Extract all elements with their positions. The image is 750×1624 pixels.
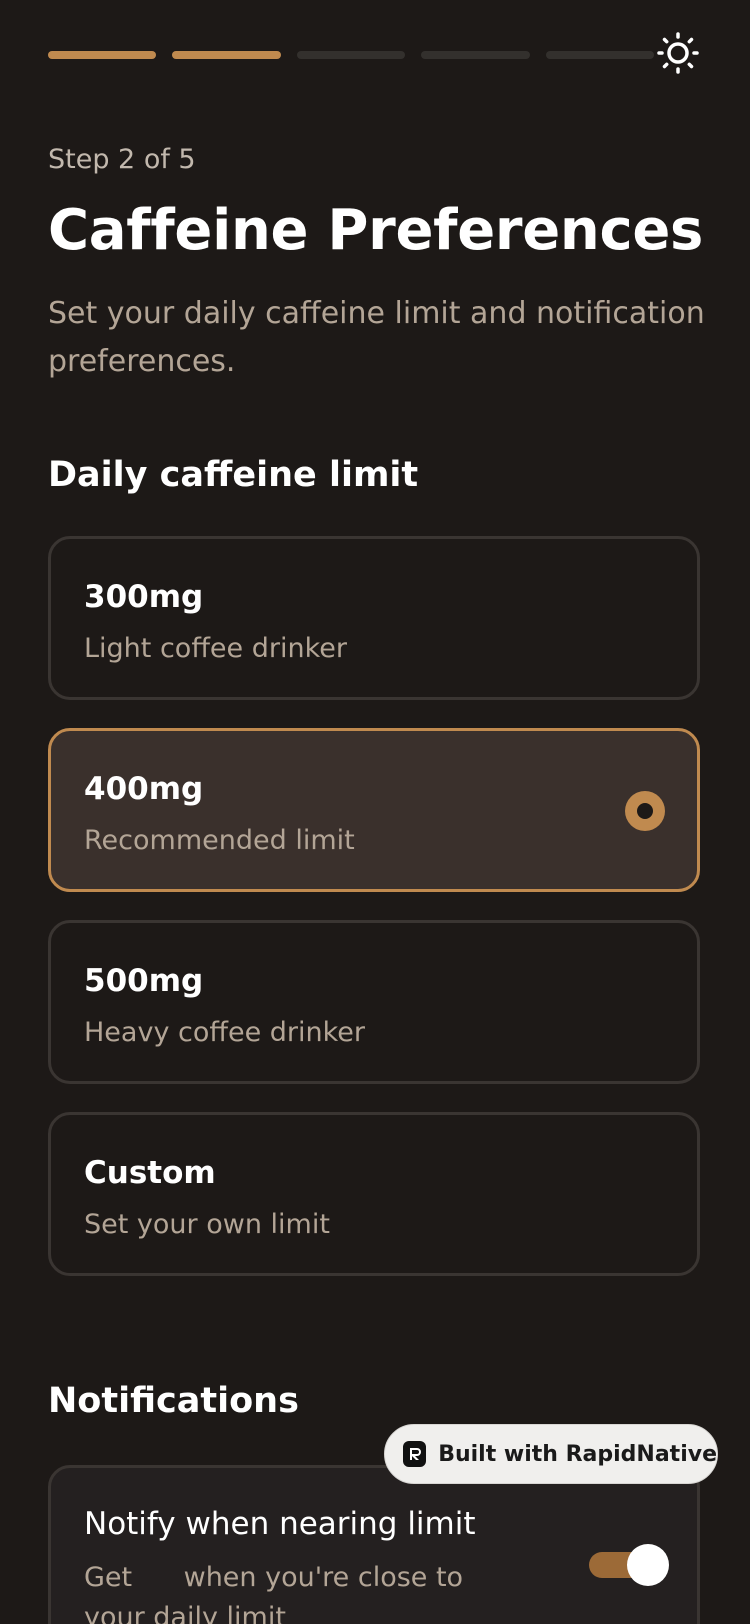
progress-segment-5 (545, 51, 655, 59)
progress-segment-3 (296, 51, 406, 59)
option-description: Light coffee drinker (84, 633, 347, 664)
onboarding-screen: Step 2 of 5 Caffeine Preferences Set you… (0, 0, 750, 1624)
progress-indicator (48, 51, 655, 60)
built-with-badge[interactable]: Built with RapidNative (384, 1424, 718, 1484)
notifications-section-heading: Notifications (48, 1381, 299, 1421)
notification-title: Notify when nearing limit (84, 1506, 476, 1542)
limit-option-400mg[interactable]: 400mg Recommended limit (48, 728, 700, 892)
theme-toggle-button[interactable] (655, 30, 701, 76)
progress-segment-1 (48, 51, 157, 59)
radio-selected-icon (625, 791, 665, 831)
sun-icon (657, 32, 699, 74)
option-description: Set your own limit (84, 1209, 330, 1240)
toggle-knob (627, 1544, 669, 1586)
page-subtitle: Set your daily caffeine limit and notifi… (48, 296, 705, 379)
option-title: 300mg (84, 579, 204, 615)
option-description: Heavy coffee drinker (84, 1017, 366, 1048)
option-title: Custom (84, 1155, 216, 1191)
option-title: 500mg (84, 963, 204, 999)
progress-segment-2 (172, 51, 281, 59)
limit-option-custom[interactable]: Custom Set your own limit (48, 1112, 700, 1276)
option-description: Recommended limit (84, 825, 355, 856)
progress-segment-4 (421, 51, 530, 59)
limit-option-500mg[interactable]: 500mg Heavy coffee drinker (48, 920, 700, 1084)
notification-description: Get when you're close to your daily limi… (84, 1562, 472, 1624)
notification-setting-card: Notify when nearing limit Get when you'r… (48, 1465, 700, 1624)
notify-limit-toggle[interactable] (589, 1544, 669, 1586)
badge-label: Built with RapidNative (438, 1441, 717, 1467)
limit-option-300mg[interactable]: 300mg Light coffee drinker (48, 536, 700, 700)
rapidnative-logo-icon (403, 1441, 427, 1467)
limit-section-heading: Daily caffeine limit (48, 455, 419, 495)
page-title: Caffeine Preferences (48, 198, 704, 263)
step-label: Step 2 of 5 (48, 144, 196, 175)
option-title: 400mg (84, 771, 204, 807)
